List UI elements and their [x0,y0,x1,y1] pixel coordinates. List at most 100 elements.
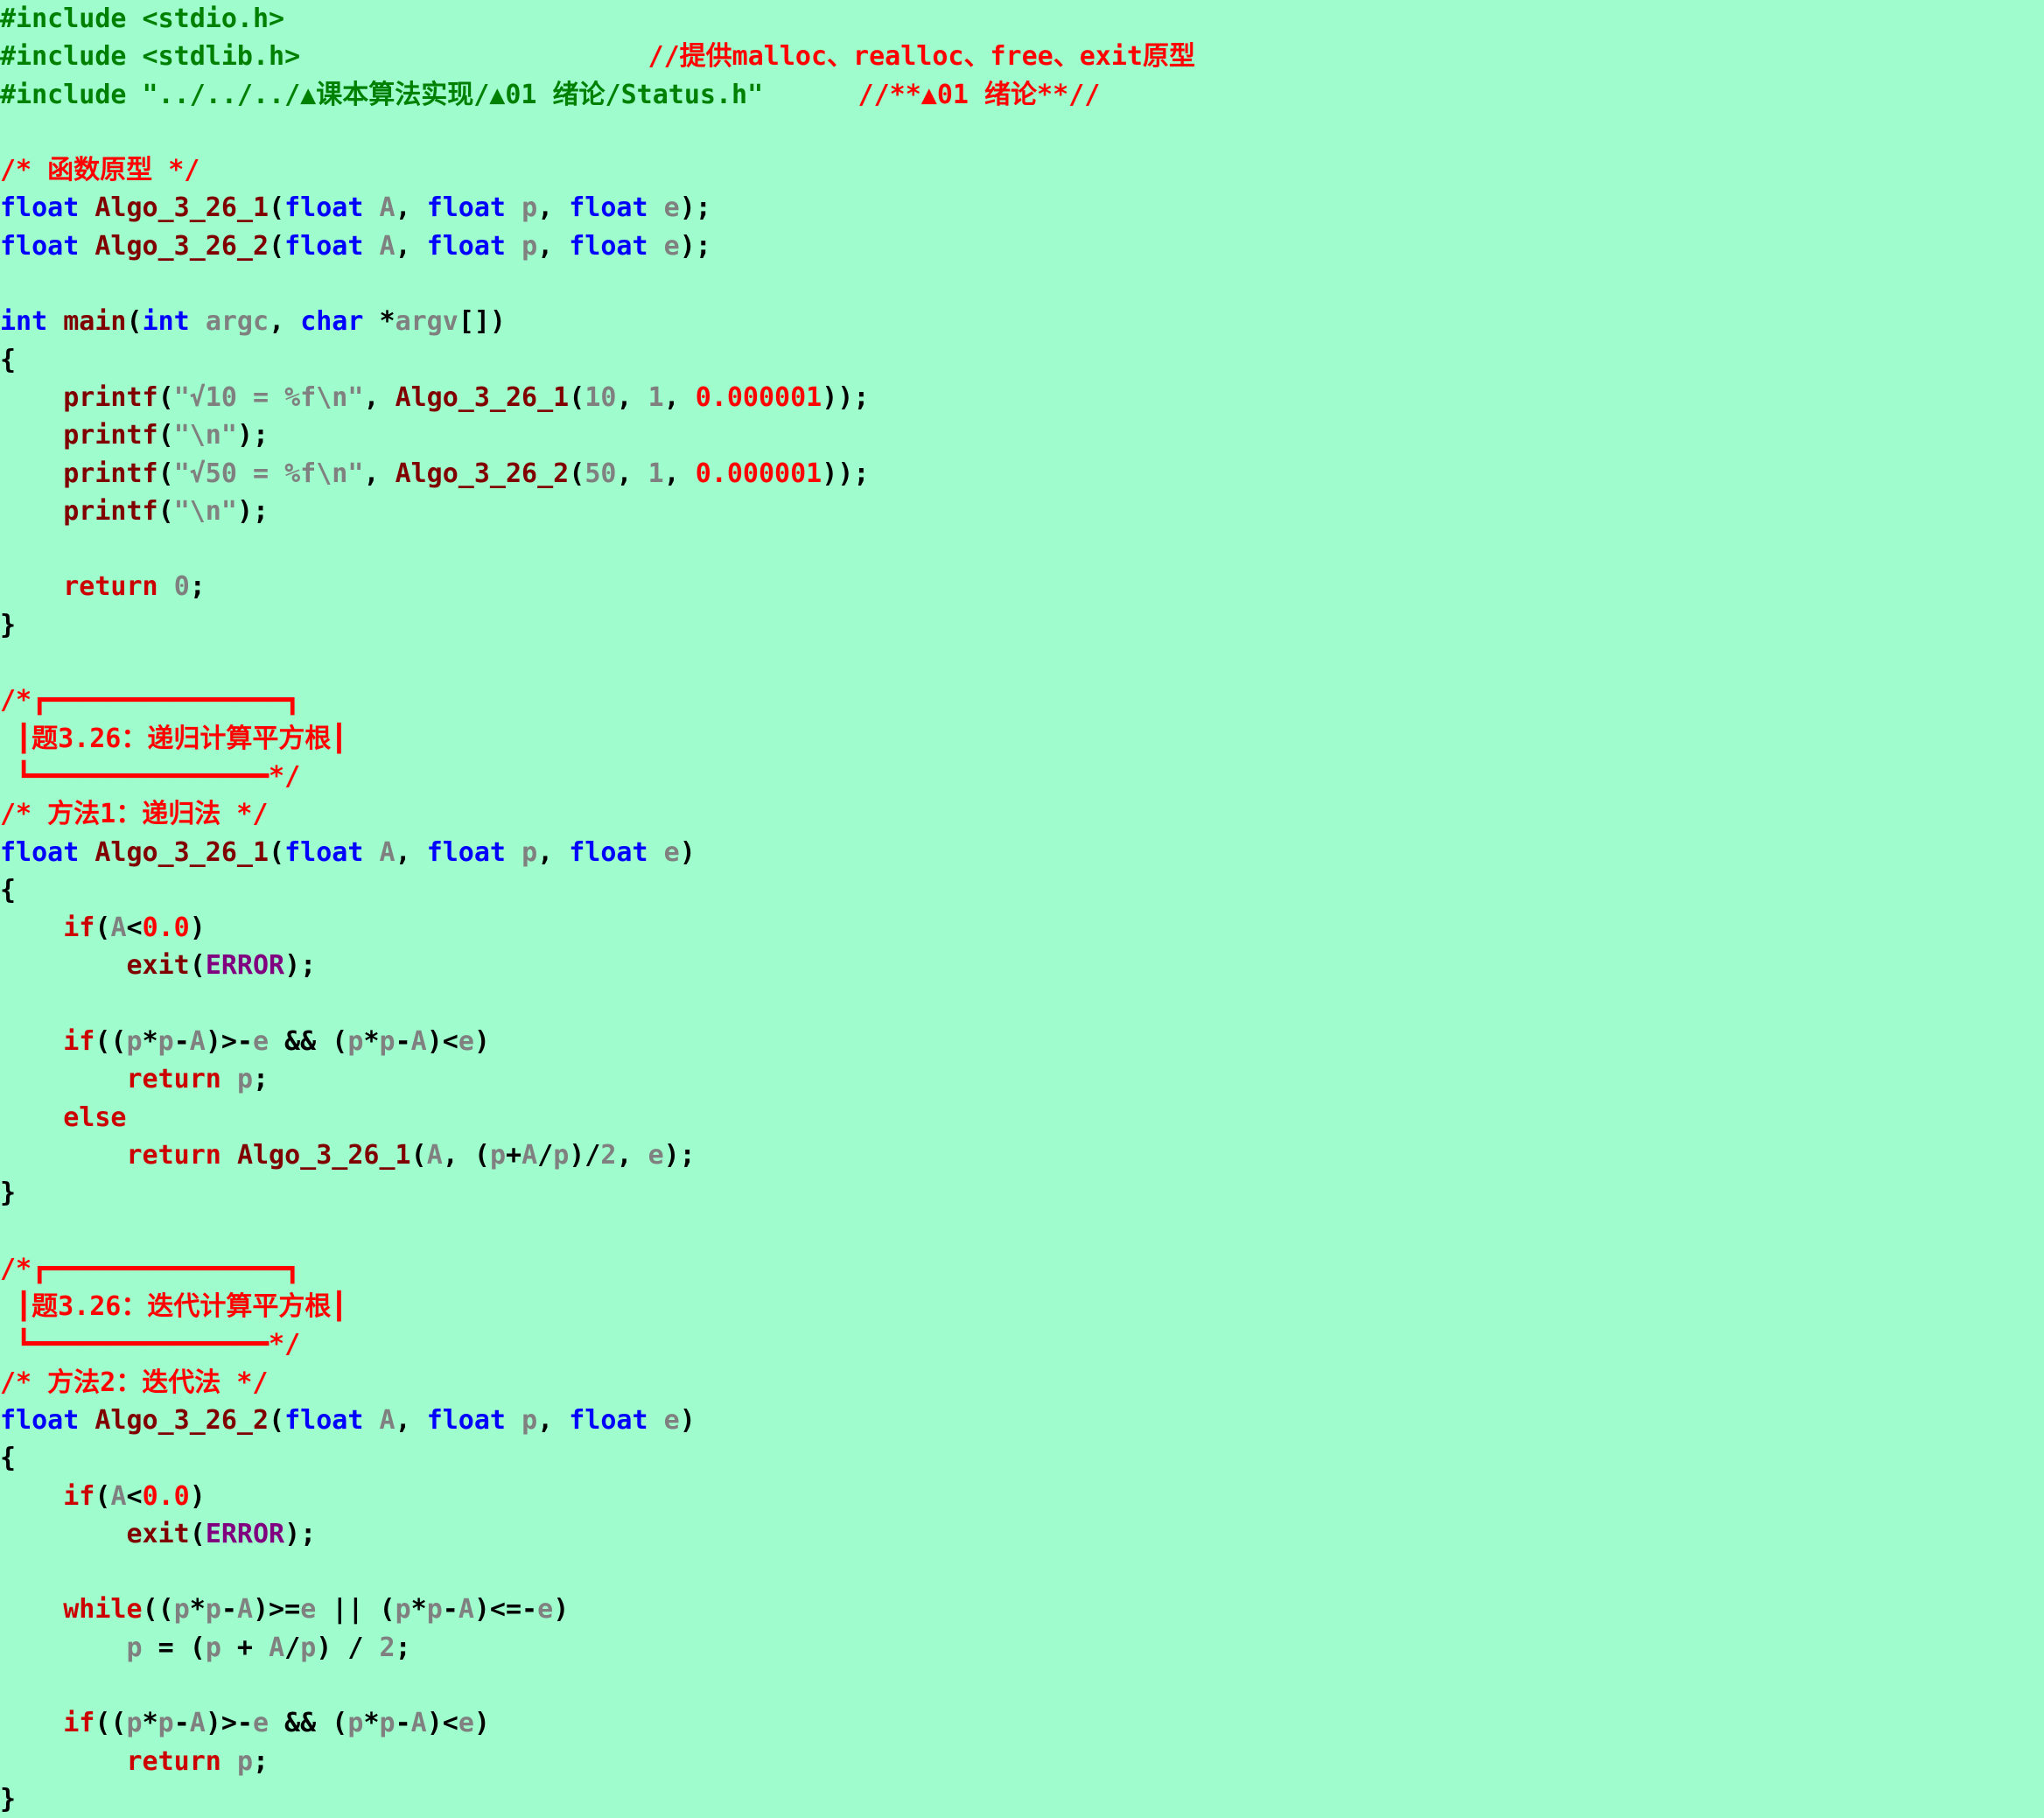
code-token-identifier: e [253,1026,270,1058]
code-token-operator [0,458,63,489]
code-token-operator: ( [410,1139,427,1171]
code-token-identifier: p [205,1632,221,1663]
code-token-keyword: float [0,836,80,868]
code-token-operator: = ( [142,1632,206,1663]
code-token-control: if [63,912,95,944]
code-token-operator: ; [189,571,206,603]
code-token-number: 0.0 [142,912,190,944]
code-token-identifier: p [236,1745,253,1777]
code-token-function: Algo_3_26_2 [94,230,270,262]
code-token-operator: (( [94,1026,127,1058]
code-token-operator: ( [269,230,285,262]
code-token-operator [0,1594,63,1625]
code-token-comment: ┃题3.26：迭代计算平方根┃ [0,1291,347,1323]
code-token-operator: , [663,458,696,489]
code-token-identifier: 50 [584,458,617,489]
code-token-operator: ) [679,836,696,868]
code-token-operator: * [142,1026,158,1058]
code-token-comment: /* 函数原型 */ [0,155,200,186]
code-token-keyword: float [426,230,506,262]
code-token-comment: /* 方法1：递归法 */ [0,799,269,830]
code-line: ┗━━━━━━━━━━━━━━━*/ [0,1325,2044,1363]
code-token-identifier: p [126,1708,143,1739]
code-line: printf("\n"); [0,416,2044,454]
code-token-identifier: 2 [379,1632,396,1663]
code-token-operator: } [0,1783,17,1815]
code-token-operator: )); [822,381,870,413]
code-token-operator: < [126,1480,143,1512]
code-token-identifier: "√50 = %f\n" [173,458,364,489]
code-token-keyword: float [284,230,364,262]
code-token-identifier: A [110,1480,127,1512]
code-token-operator: )< [426,1026,458,1058]
code-token-comment: ┃题3.26：递归计算平方根┃ [0,723,347,754]
code-token-operator [0,1633,127,1663]
code-token-operator: ) / [316,1632,380,1663]
code-line: return 0; [0,568,2044,605]
code-token-operator [79,837,94,868]
code-line: #include <stdlib.h> //提供malloc、realloc、f… [0,38,2044,75]
code-token-comment: /*┏━━━━━━━━━━━━━━━┓ [0,685,301,717]
code-token-identifier: e [537,1594,554,1626]
code-token-identifier: p [489,1139,506,1171]
code-token-operator: - [220,1594,237,1626]
code-token-operator: , [395,192,427,224]
code-token-function: Algo_3_26_1 [395,381,570,413]
code-token-operator: , [663,381,696,413]
code-token-operator [0,496,63,527]
code-token-identifier: e [458,1708,474,1739]
code-token-operator: , ( [442,1139,490,1171]
code-token-operator [763,80,858,110]
code-token-identifier: p [236,1064,253,1095]
code-token-keyword: float [569,1404,648,1436]
code-token-identifier: p [379,1708,396,1739]
code-token-identifier: A [379,836,396,868]
code-token-operator: (( [142,1594,174,1626]
code-token-identifier: A [189,1026,206,1058]
code-token-operator [506,1405,522,1436]
code-token-number: 0.000001 [695,458,822,489]
code-line: while((p*p-A)>=e || (p*p-A)<=-e) [0,1591,2044,1628]
code-token-operator: , [363,458,396,489]
code-token-operator: []) [458,306,506,338]
code-token-operator: ); [236,495,270,527]
code-line: #include "../../../▲课本算法实现/▲01 绪论/Status… [0,76,2044,114]
code-token-operator [648,837,664,868]
code-token-identifier: p [173,1594,190,1626]
code-token-operator: )>= [253,1594,301,1626]
code-token-identifier: e [663,1404,680,1436]
code-line: printf("√10 = %f\n", Algo_3_26_1(10, 1, … [0,379,2044,416]
code-token-keyword: int [0,306,48,338]
code-token-operator: - [173,1708,190,1739]
code-token-operator: * [410,1594,427,1626]
code-token-identifier: A [410,1708,427,1739]
code-token-operator: ; [395,1632,411,1663]
code-token-operator: , [616,458,648,489]
code-token-identifier: A [426,1139,443,1171]
code-editor[interactable]: #include <stdio.h> #include <stdlib.h> //… [0,0,2044,1816]
code-token-operator: ( [569,458,585,489]
code-token-operator [0,382,63,413]
code-line: printf("\n"); [0,493,2044,530]
code-token-operator: / [284,1632,301,1663]
code-token-identifier: 1 [648,381,664,413]
code-token-identifier: argc [205,306,270,338]
code-token-control: else [63,1101,127,1133]
code-token-comment: ┗━━━━━━━━━━━━━━━*/ [0,1329,301,1360]
code-token-identifier: p [158,1708,174,1739]
code-token-control: return [126,1064,221,1095]
code-token-keyword: float [284,192,364,224]
code-line: exit(ERROR); [0,1515,2044,1553]
code-token-operator: + [506,1139,522,1171]
code-token-identifier: e [663,192,680,224]
code-token-operator [0,1064,127,1094]
code-token-operator: ); [236,420,270,451]
code-line: /* 方法2：迭代法 */ [0,1364,2044,1402]
code-token-identifier: p [347,1026,364,1058]
code-line: exit(ERROR); [0,947,2044,984]
code-token-operator: / [537,1139,554,1171]
code-token-control: if [63,1708,95,1739]
code-line: float Algo_3_26_2(float A, float p, floa… [0,1402,2044,1439]
code-token-preprocessor: #include <stdio.h> [0,3,285,34]
